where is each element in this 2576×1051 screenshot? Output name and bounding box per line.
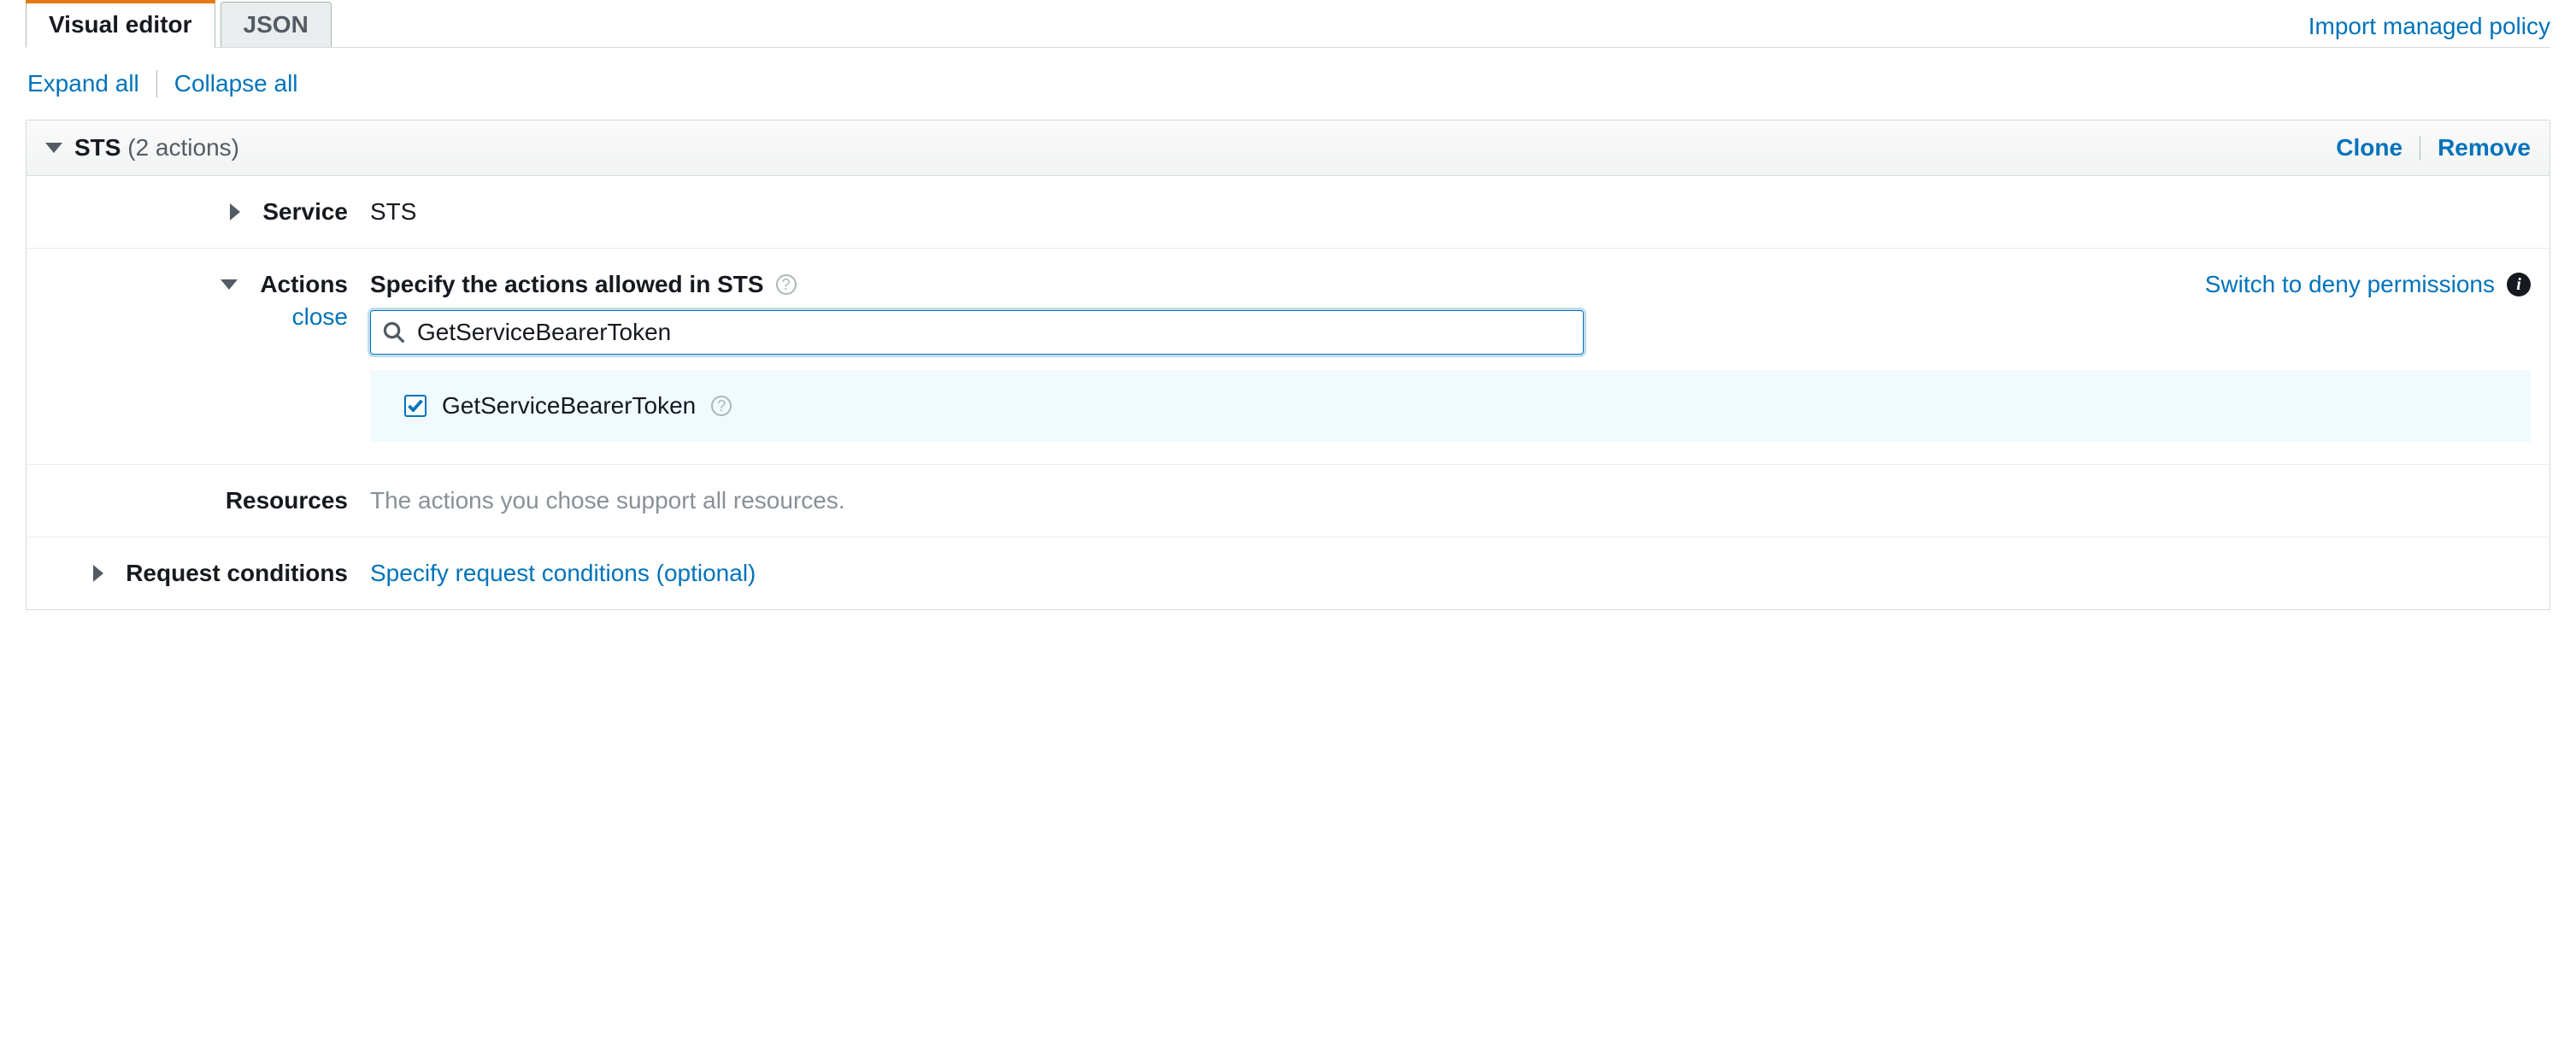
actions-close-link[interactable]: close xyxy=(292,303,348,331)
info-icon[interactable]: i xyxy=(2507,273,2531,297)
statement-header[interactable]: STS (2 actions) Clone Remove xyxy=(26,120,2550,176)
statement-title: STS (2 actions) xyxy=(74,134,239,161)
help-icon[interactable]: ? xyxy=(711,396,732,416)
actions-search-field[interactable] xyxy=(370,310,1584,355)
expand-all-link[interactable]: Expand all xyxy=(27,70,139,97)
actions-heading: Specify the actions allowed in STS xyxy=(370,271,764,298)
resources-text: The actions you chose support all resour… xyxy=(370,487,845,514)
actions-row: Actions close Specify the actions allowe… xyxy=(26,249,2550,465)
chevron-down-icon[interactable] xyxy=(221,279,238,290)
service-value: STS xyxy=(370,198,416,225)
conditions-link[interactable]: Specify request conditions (optional) xyxy=(370,560,756,586)
switch-to-deny-link[interactable]: Switch to deny permissions xyxy=(2205,271,2495,298)
tab-json[interactable]: JSON xyxy=(221,2,332,47)
import-managed-policy-link[interactable]: Import managed policy xyxy=(2308,13,2550,47)
statement-action-count: (2 actions) xyxy=(127,134,239,161)
collapse-all-link[interactable]: Collapse all xyxy=(174,70,298,97)
chevron-right-icon[interactable] xyxy=(93,565,103,582)
tab-visual-editor[interactable]: Visual editor xyxy=(26,2,215,47)
action-checkbox[interactable] xyxy=(404,395,426,417)
conditions-row: Request conditions Specify request condi… xyxy=(26,537,2550,609)
policy-statement: STS (2 actions) Clone Remove Service STS xyxy=(26,120,2550,610)
check-icon xyxy=(407,397,424,414)
statement-service-name: STS xyxy=(74,134,121,161)
remove-link[interactable]: Remove xyxy=(2438,134,2531,161)
service-row: Service STS xyxy=(26,176,2550,249)
actions-search-input[interactable] xyxy=(415,318,1571,347)
chevron-right-icon[interactable] xyxy=(230,203,240,220)
actions-label: Actions xyxy=(260,271,348,298)
action-result-row[interactable]: GetServiceBearerToken ? xyxy=(370,370,2531,442)
resources-label: Resources xyxy=(226,487,348,514)
conditions-label: Request conditions xyxy=(126,560,348,587)
help-icon[interactable]: ? xyxy=(776,274,797,295)
service-label: Service xyxy=(262,198,348,226)
action-result-label: GetServiceBearerToken xyxy=(442,392,696,420)
expand-collapse-toolbar: Expand all Collapse all xyxy=(26,48,2550,120)
search-icon xyxy=(383,321,405,343)
clone-link[interactable]: Clone xyxy=(2336,134,2403,161)
resources-row: Resources The actions you chose support … xyxy=(26,465,2550,537)
chevron-down-icon xyxy=(45,143,62,153)
tabs-row: Visual editor JSON Import managed policy xyxy=(26,0,2550,48)
toolbar-divider xyxy=(156,70,157,97)
